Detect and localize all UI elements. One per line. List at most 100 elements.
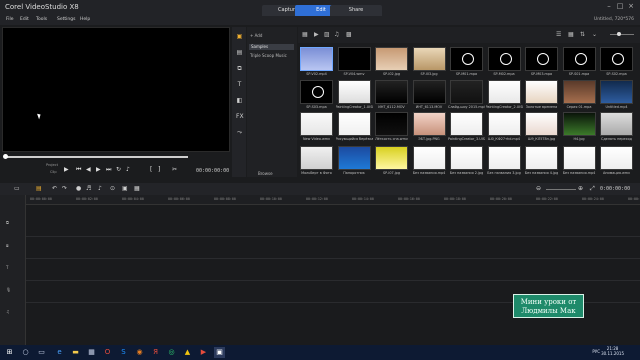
tab-share[interactable]: Share (330, 5, 382, 16)
undo-icon[interactable]: ↶ (52, 185, 57, 192)
media-thumbnail[interactable] (562, 47, 596, 71)
mark-in-icon[interactable]: [ (150, 166, 152, 173)
media-thumbnail[interactable] (525, 112, 558, 136)
timeline-tracks[interactable] (26, 205, 640, 345)
language-indicator[interactable]: РУС (592, 349, 600, 354)
play-icon[interactable]: ▶ (64, 166, 69, 173)
next-frame-icon[interactable]: ▶ (96, 166, 101, 173)
media-thumbnail[interactable] (450, 146, 483, 170)
end-icon[interactable]: ⏭ (106, 166, 111, 174)
folder-samples[interactable]: Samples (249, 44, 294, 50)
add-folder-button[interactable]: + Add (250, 33, 262, 38)
menu-file[interactable]: File (6, 17, 14, 22)
start-icon[interactable]: ⊞ (4, 347, 15, 358)
media-thumbnail[interactable] (600, 47, 633, 71)
media-thumbnail[interactable] (562, 112, 596, 136)
media-thumbnail[interactable] (337, 112, 371, 136)
audio-filter-icon[interactable]: ♫ (334, 31, 339, 38)
media-thumbnail[interactable] (412, 80, 446, 104)
zoom-out-icon[interactable]: ⊖ (536, 185, 541, 192)
music-track-icon[interactable]: ♫ (6, 309, 10, 314)
storyboard-view-icon[interactable]: ▭ (14, 185, 20, 192)
media-thumbnail[interactable] (300, 112, 333, 136)
media-app-icon[interactable]: ▶ (198, 347, 209, 358)
media-icon[interactable]: ▣ (236, 33, 243, 40)
minimize-icon[interactable]: – (604, 2, 614, 10)
filter-icon[interactable]: FX (236, 113, 244, 120)
media-thumbnail[interactable] (525, 80, 558, 104)
grid-view-icon[interactable]: ▦ (568, 31, 574, 38)
subtitle-icon[interactable]: ▣ (122, 185, 128, 192)
multicam-icon[interactable]: ▦ (134, 185, 140, 192)
media-thumbnail[interactable] (337, 80, 371, 104)
project-mode-label[interactable]: Project (46, 163, 58, 167)
media-thumbnail[interactable] (375, 112, 408, 136)
opera-icon[interactable]: O (102, 347, 113, 358)
volume-icon[interactable]: ♪ (126, 166, 130, 173)
menu-edit[interactable]: Edit (20, 17, 29, 22)
prev-frame-icon[interactable]: ◀ (86, 166, 91, 173)
media-thumbnail[interactable] (487, 112, 521, 136)
sort-icon[interactable]: ⇅ (580, 31, 585, 38)
store-icon[interactable]: ▦ (86, 347, 97, 358)
scrub-bar[interactable] (4, 156, 188, 158)
media-thumbnail[interactable] (375, 47, 408, 71)
media-thumbnail[interactable] (525, 47, 558, 71)
player-timecode[interactable]: 00:00:00:00 (196, 168, 229, 174)
media-thumbnail[interactable] (487, 146, 521, 170)
media-thumbnail[interactable] (450, 112, 483, 136)
edge-icon[interactable]: e (54, 347, 65, 358)
media-thumbnail[interactable] (412, 112, 446, 136)
media-thumbnail[interactable] (412, 146, 446, 170)
clip-mode-label[interactable]: Clip (50, 170, 57, 174)
firefox-icon[interactable]: ◉ (134, 347, 145, 358)
search-icon[interactable]: ○ (20, 347, 31, 358)
menu-settings[interactable]: Settings (57, 17, 75, 22)
sound-mixer-icon[interactable]: ♬ (86, 185, 91, 192)
title-track-icon[interactable]: T (6, 265, 8, 270)
project-filter-icon[interactable]: ▩ (346, 31, 352, 38)
home-icon[interactable]: ⏮ (76, 166, 81, 174)
yandex-icon[interactable]: Я (150, 347, 161, 358)
media-thumbnail[interactable] (600, 112, 633, 136)
timeline-zoom-slider[interactable] (546, 189, 576, 190)
explorer-icon[interactable]: ▬ (70, 347, 81, 358)
thumbnail-zoom-slider[interactable] (610, 34, 634, 35)
title-icon[interactable]: T (236, 81, 243, 88)
video-filter-icon[interactable]: ▶ (314, 31, 319, 38)
videostudio-taskbar-icon[interactable]: ▣ (214, 347, 225, 358)
fit-icon[interactable]: ⤢ (590, 185, 595, 193)
media-thumbnail[interactable] (600, 80, 633, 104)
preview-player[interactable] (2, 27, 230, 152)
timeline-view-icon[interactable]: ▤ (36, 185, 42, 192)
media-thumbnail[interactable] (375, 80, 408, 104)
skype-icon[interactable]: S (118, 347, 129, 358)
graphic-icon[interactable]: ◧ (236, 97, 243, 104)
mark-out-icon[interactable]: ] (158, 166, 160, 173)
media-thumbnail[interactable] (562, 146, 596, 170)
options-icon[interactable]: ⌄ (592, 31, 597, 38)
media-thumbnail[interactable] (300, 80, 333, 104)
system-clock[interactable]: 21:28 30.11.2015 (601, 346, 624, 356)
media-thumbnail[interactable] (562, 80, 596, 104)
video-track-icon[interactable]: ⧉ (6, 220, 9, 225)
media-thumbnail[interactable] (300, 146, 333, 170)
app-icon[interactable]: ▲ (182, 347, 193, 358)
path-icon[interactable]: ⤳ (236, 129, 243, 136)
media-thumbnail[interactable] (600, 146, 633, 170)
media-thumbnail[interactable] (450, 80, 483, 104)
instant-project-icon[interactable]: ▤ (236, 49, 243, 56)
chrome-icon[interactable]: ◎ (166, 347, 177, 358)
media-thumbnail[interactable] (525, 146, 558, 170)
list-view-icon[interactable]: ☰ (556, 31, 561, 38)
media-thumbnail[interactable] (487, 47, 521, 71)
photo-filter-icon[interactable]: ▨ (324, 31, 330, 38)
split-icon[interactable]: ✂ (172, 166, 177, 173)
media-thumbnail[interactable] (412, 47, 446, 71)
transition-icon[interactable]: ⧉ (236, 65, 243, 72)
menu-tools[interactable]: Tools (36, 17, 47, 22)
media-thumbnail[interactable] (300, 47, 333, 71)
thumbnail-zoom-knob[interactable] (617, 32, 621, 36)
overlay-track-icon[interactable]: ⧈ (6, 243, 9, 248)
zoom-in-icon[interactable]: ⊕ (578, 185, 583, 192)
